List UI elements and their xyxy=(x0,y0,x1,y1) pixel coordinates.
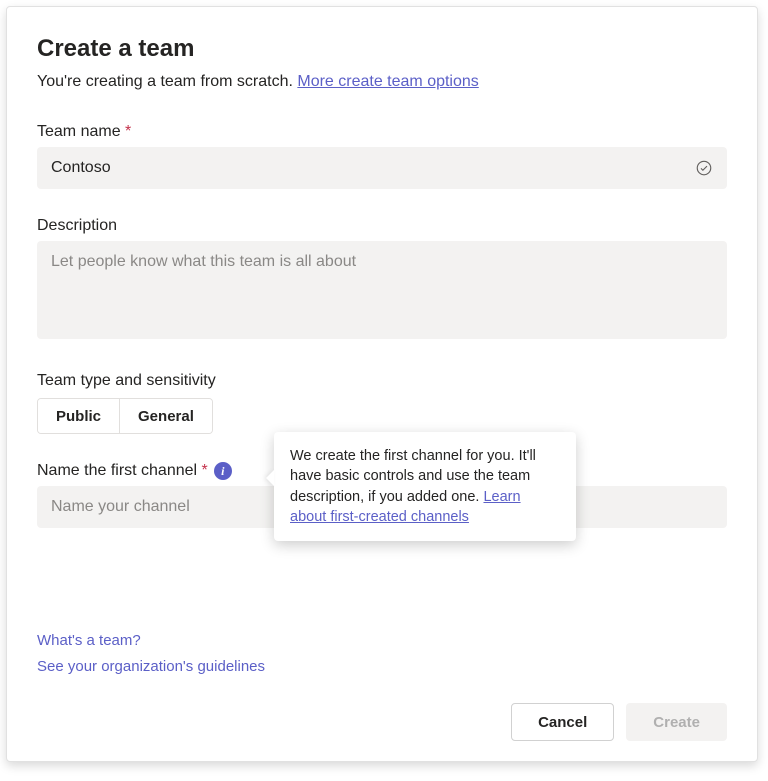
checkmark-circle-icon xyxy=(695,159,713,177)
dialog-subtitle: You're creating a team from scratch. Mor… xyxy=(37,73,727,91)
channel-section: Name the first channel * i We create the… xyxy=(37,462,727,528)
footer-buttons: Cancel Create xyxy=(511,703,727,741)
description-input-wrap xyxy=(37,241,727,344)
description-textarea[interactable] xyxy=(37,241,727,339)
more-options-link[interactable]: More create team options xyxy=(297,73,478,90)
sensitivity-group: Public General xyxy=(37,398,213,434)
description-label: Description xyxy=(37,217,727,235)
footer-links: What's a team? See your organization's g… xyxy=(37,628,265,679)
sensitivity-label: Team type and sensitivity xyxy=(37,372,727,390)
dialog-title: Create a team xyxy=(37,35,727,63)
org-guidelines-link[interactable]: See your organization's guidelines xyxy=(37,654,265,680)
create-button: Create xyxy=(626,703,727,741)
team-type-public-button[interactable]: Public xyxy=(38,399,119,433)
team-name-input[interactable] xyxy=(37,147,727,189)
sensitivity-general-button[interactable]: General xyxy=(119,399,212,433)
team-name-input-wrap xyxy=(37,147,727,189)
channel-label-text: Name the first channel xyxy=(37,462,197,479)
required-asterisk: * xyxy=(202,462,208,479)
channel-info-tooltip: We create the first channel for you. It'… xyxy=(274,432,576,541)
team-name-label-text: Team name xyxy=(37,123,121,140)
channel-label: Name the first channel * xyxy=(37,462,208,480)
team-name-label: Team name * xyxy=(37,123,727,141)
required-asterisk: * xyxy=(125,123,131,140)
create-team-dialog: Create a team You're creating a team fro… xyxy=(6,6,758,762)
subtitle-text: You're creating a team from scratch. xyxy=(37,73,297,90)
info-icon[interactable]: i xyxy=(214,462,232,480)
whats-a-team-link[interactable]: What's a team? xyxy=(37,628,265,654)
cancel-button[interactable]: Cancel xyxy=(511,703,614,741)
